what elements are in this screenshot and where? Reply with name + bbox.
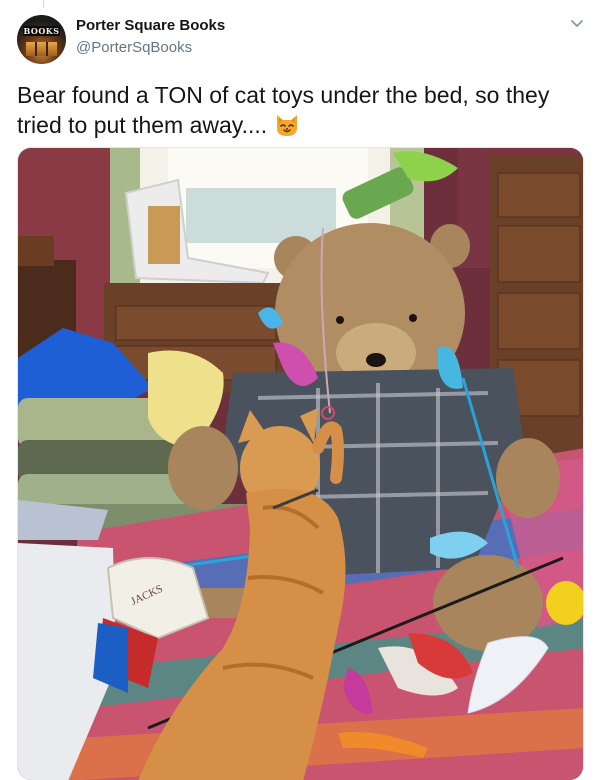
thread-connector-line <box>43 0 44 8</box>
tweet-photo[interactable]: JACKS <box>17 147 584 780</box>
tweet-text: Bear found a TON of cat toys under the b… <box>17 80 577 140</box>
avatar-sign: BOOKS <box>23 26 60 36</box>
avatar-storefront <box>26 42 57 56</box>
cat-face-emoji-icon <box>274 112 300 138</box>
account-handle[interactable]: @PorterSqBooks <box>76 39 192 56</box>
account-display-name[interactable]: Porter Square Books <box>76 17 225 34</box>
chevron-down-icon[interactable] <box>569 15 585 31</box>
avatar[interactable]: BOOKS <box>17 15 66 64</box>
